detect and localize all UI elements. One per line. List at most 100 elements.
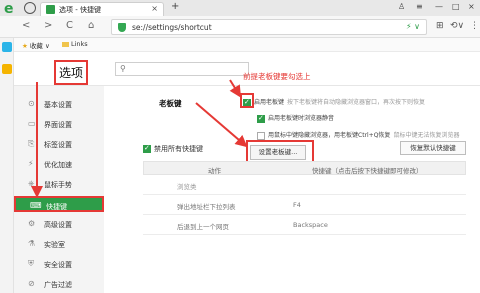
sidebar-item-advanced[interactable]: ⚙ 高级设置 — [14, 216, 104, 232]
speed-dropdown-icon[interactable]: ⚡ ∨ — [406, 22, 420, 31]
keyboard-icon: ⌨ — [30, 201, 42, 210]
favorites-button[interactable]: ★ 收藏 ∨ — [22, 40, 50, 50]
sidebar-item-label: 高级设置 — [44, 221, 72, 229]
row-key[interactable]: Backspace — [293, 221, 328, 229]
minimize-icon[interactable]: — — [435, 2, 443, 11]
sidebar-item-optimize[interactable]: ⚡ 优化加速 — [14, 156, 104, 172]
sidebar-item-interface[interactable]: ▭ 界面设置 — [14, 116, 104, 132]
bookmark-links[interactable]: Links — [62, 40, 88, 48]
table-row[interactable]: 后退到上一个网页 Backspace — [143, 215, 466, 235]
basic-icon: ⊙ — [28, 99, 35, 108]
bookmark-bar: ★ 收藏 ∨ Links — [0, 38, 480, 52]
row-action: 后退到上一个网页 — [177, 223, 229, 231]
section-title-boss-key: 老板键 — [159, 99, 182, 108]
table-row[interactable]: 弹出地址栏下拉列表 F4 — [143, 195, 466, 215]
column-header: 快捷键（点击后按下快捷键即可修改） — [312, 167, 423, 175]
back-button[interactable]: < — [22, 20, 30, 31]
home-button[interactable]: ⌂ — [88, 20, 94, 31]
sidebar-item-shortcut[interactable]: ⌨ 快捷键 — [14, 196, 104, 212]
links-label: Links — [71, 40, 88, 48]
sidebar-item-tabs[interactable]: ⎘ 标签设置 — [14, 136, 104, 152]
disable-all-shortcuts[interactable]: 禁用所有快捷键 — [143, 144, 203, 154]
checkbox[interactable] — [257, 131, 265, 140]
address-bar[interactable]: se://settings/shortcut ⚡ ∨ — [111, 19, 427, 35]
annotation-note: 前提老板键要勾选上 — [243, 72, 311, 81]
tab-title: 选项 - 快捷键 — [59, 6, 101, 14]
new-tab-button[interactable]: + — [171, 1, 179, 12]
sidebar-item-basic[interactable]: ⊙ 基本设置 — [14, 96, 104, 112]
lightning-icon: ⚡ — [28, 159, 34, 168]
option-label: 用鼠标中键隐藏浏览器，用老板键Ctrl+Q恢复 — [268, 132, 391, 139]
sidebar-item-adblock[interactable]: ⊘ 广告过滤 — [14, 276, 104, 292]
sidebar-item-mouse-gesture[interactable]: ⎈ 鼠标手势 — [14, 176, 104, 192]
sidebar-item-label: 快捷键 — [46, 203, 67, 211]
sidebar-item-label: 鼠标手势 — [44, 181, 72, 189]
option-hint: 鼠标中键无法恢复浏览器 — [393, 132, 460, 139]
row-action: 弹出地址栏下拉列表 — [177, 203, 236, 211]
shield-icon: ⛨ — [28, 259, 34, 268]
restore-default-button[interactable]: 恢复默认快捷键 — [400, 141, 466, 155]
sidebar-item-label: 界面设置 — [44, 121, 72, 129]
row-action: 浏览类 — [177, 183, 197, 191]
checkbox[interactable] — [257, 114, 265, 123]
highlight-box — [240, 93, 254, 108]
option-boss-key-mute[interactable]: 启用老板键时浏览器静音 — [257, 113, 334, 123]
back-circle-icon[interactable] — [24, 2, 36, 14]
settings-sidebar: ⊙ 基本设置 ▭ 界面设置 ⎘ 标签设置 ⚡ 优化加速 ⎈ 鼠标手势 ⌨ 快捷键… — [14, 86, 104, 293]
settings-search-input[interactable]: ⚲ — [115, 62, 249, 76]
option-hint: 按下老板键将自动隐藏浏览器窗口，再次按下则恢复 — [287, 99, 426, 106]
more-icon[interactable]: ⋮ — [470, 21, 479, 31]
search-icon: ⚲ — [120, 64, 126, 73]
address-toolbar: < > C ⌂ se://settings/shortcut ⚡ ∨ ⊞ ⟲∨ … — [0, 16, 480, 38]
browser-logo-icon[interactable]: e — [3, 1, 17, 15]
row-key[interactable]: F4 — [293, 201, 301, 209]
url-text[interactable]: se://settings/shortcut — [132, 23, 212, 32]
column-header: 动作 — [208, 167, 221, 175]
page-title: 选项 — [54, 60, 89, 85]
refresh-button[interactable]: C — [66, 20, 73, 31]
sidebar-item-lab[interactable]: ⚗ 实验室 — [14, 236, 104, 252]
menu-icon[interactable]: ≡ — [416, 2, 423, 11]
svg-text:e: e — [4, 1, 14, 15]
shield-icon — [118, 23, 126, 32]
star-icon: ★ — [22, 42, 28, 50]
grid-icon[interactable]: ⊞ — [436, 21, 444, 31]
disable-all-label: 禁用所有快捷键 — [154, 145, 203, 153]
sidebar-item-label: 广告过滤 — [44, 281, 72, 289]
tab-settings[interactable]: 选项 - 快捷键 × — [40, 2, 164, 16]
side-rail — [0, 38, 14, 293]
sidebar-item-label: 优化加速 — [44, 161, 72, 169]
block-icon: ⊘ — [28, 279, 35, 288]
sidebar-item-label: 安全设置 — [44, 261, 72, 269]
tab-close-icon[interactable]: × — [151, 4, 158, 13]
tabs-icon: ⎘ — [28, 139, 35, 148]
option-middle-click-hide[interactable]: 用鼠标中键隐藏浏览器，用老板键Ctrl+Q恢复 鼠标中键无法恢复浏览器 — [257, 130, 459, 140]
shortcut-header: 禁用所有快捷键 恢复默认快捷键 — [143, 141, 466, 157]
settings-favicon-icon — [46, 5, 55, 14]
option-enable-boss-key[interactable]: 启用老板键按下老板键将自动隐藏浏览器窗口，再次按下则恢复 — [243, 97, 425, 107]
mouse-gesture-icon: ⎈ — [28, 179, 35, 188]
shirt-icon[interactable]: ♙ — [398, 2, 405, 11]
gear-icon: ⚙ — [28, 219, 36, 228]
forward-button[interactable]: > — [44, 20, 52, 31]
title-bar: e 选项 - 快捷键 × + ♙ ≡ — □ × — [0, 0, 480, 16]
favorites-label: 收藏 — [29, 42, 43, 50]
flask-icon: ⚗ — [28, 239, 36, 248]
table-header: 动作 快捷键（点击后按下快捷键即可修改） — [143, 161, 466, 175]
sidebar-item-label: 基本设置 — [44, 101, 72, 109]
close-icon[interactable]: × — [468, 2, 475, 11]
favorites-rail-icon[interactable] — [2, 64, 12, 74]
undo-icon[interactable]: ⟲∨ — [450, 21, 464, 31]
plugin-icon[interactable] — [2, 42, 12, 52]
sidebar-item-label: 标签设置 — [44, 141, 72, 149]
table-row: 浏览类 — [143, 175, 466, 195]
interface-icon: ▭ — [28, 119, 36, 128]
maximize-icon[interactable]: □ — [452, 2, 460, 11]
option-label: 启用老板键 — [254, 99, 285, 106]
folder-icon — [62, 41, 69, 47]
checkbox[interactable] — [143, 144, 151, 153]
option-label: 启用老板键时浏览器静音 — [268, 115, 335, 122]
sidebar-item-label: 实验室 — [44, 241, 65, 249]
chevron-down-icon: ∨ — [44, 42, 50, 50]
sidebar-item-security[interactable]: ⛨ 安全设置 — [14, 256, 104, 272]
